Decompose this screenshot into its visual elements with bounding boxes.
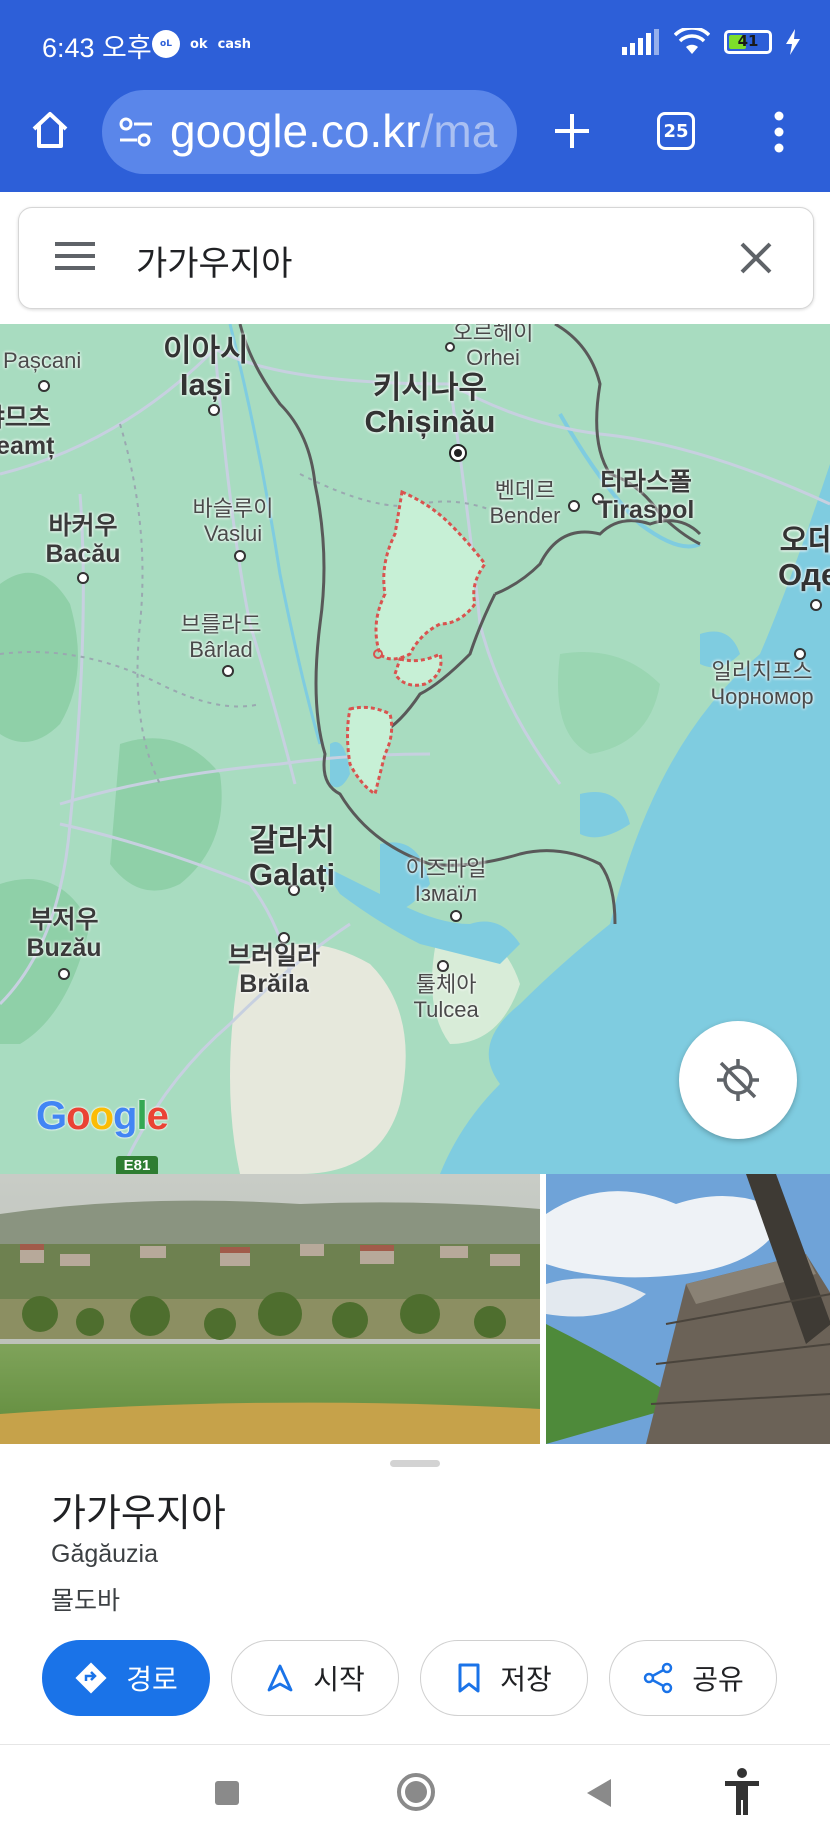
- navigation-arrow-icon: [267, 1664, 293, 1692]
- google-logo: Google: [36, 1094, 169, 1138]
- battery-icon: 41: [724, 30, 772, 54]
- my-location-button[interactable]: [679, 1021, 797, 1139]
- save-button[interactable]: 저장: [420, 1640, 588, 1716]
- directions-label: 경로: [126, 1663, 178, 1696]
- map-label-orhei: 오르헤이 Orhei: [452, 324, 534, 370]
- back-icon[interactable]: [585, 1777, 613, 1809]
- place-photos[interactable]: [0, 1174, 830, 1444]
- map-label-bender: 벤데르 Bender: [489, 478, 561, 528]
- ok-app-icon: ok: [190, 36, 208, 52]
- recents-icon[interactable]: [213, 1779, 241, 1807]
- system-navigation-bar: [0, 1744, 830, 1845]
- wifi-icon: [674, 28, 710, 54]
- place-title: 가가우지아: [51, 1491, 226, 1535]
- start-button[interactable]: 시작: [231, 1640, 399, 1716]
- photo-village-landscape[interactable]: [0, 1174, 540, 1444]
- home-icon[interactable]: [28, 108, 72, 152]
- bookmark-icon: [458, 1663, 480, 1693]
- place-country: 몰도바: [51, 1586, 121, 1615]
- save-label: 저장: [500, 1663, 552, 1696]
- map-label-neamt: 냐므츠Neamț: [0, 404, 55, 460]
- cash-app-icon: cash: [217, 36, 252, 52]
- search-query[interactable]: 가가우지아: [136, 236, 292, 285]
- map-label-braila: 브러일라 Brăila: [228, 942, 321, 998]
- map-label-odesa: 오데 Оде: [778, 523, 830, 592]
- close-icon[interactable]: [739, 241, 773, 275]
- map-label-pascani: Pașcani: [3, 348, 82, 373]
- map-label-barlad: 브를라드 Bârlad: [180, 612, 262, 662]
- address-bar[interactable]: google.co.kr/ma: [102, 90, 517, 174]
- start-label: 시작: [313, 1663, 365, 1696]
- status-time: 6:43 오후: [42, 33, 152, 63]
- map-label-vaslui: 바슬루이 Vaslui: [192, 496, 274, 546]
- status-system-icons: 41: [622, 28, 800, 56]
- map-view[interactable]: 오르헤이 Orhei 이아시 Iași 키시나우 Chișinău 벤데르 Bender…: [0, 324, 830, 1174]
- maps-search-box[interactable]: 가가우지아: [18, 207, 814, 309]
- browser-toolbar: google.co.kr/ma 25: [0, 90, 830, 192]
- share-label: 공유: [692, 1663, 744, 1696]
- url-path: /ma: [420, 105, 498, 157]
- url-domain: google.co.kr: [170, 105, 421, 157]
- accessibility-icon[interactable]: [722, 1767, 762, 1817]
- status-bar: 6:43 오후 oL ok cash 41: [0, 0, 830, 90]
- menu-icon[interactable]: [55, 240, 95, 272]
- share-button[interactable]: 공유: [609, 1640, 777, 1716]
- new-tab-icon[interactable]: [551, 110, 593, 152]
- url-text: google.co.kr/ma: [170, 104, 497, 158]
- status-notification-icons: oL ok cash: [152, 30, 251, 58]
- photo-windmill[interactable]: [546, 1174, 830, 1444]
- sheet-drag-handle[interactable]: [390, 1460, 440, 1467]
- map-label-galati: 갈라치 Galați: [249, 823, 336, 892]
- signal-icon: [622, 29, 659, 55]
- place-native-name: Găgăuzia: [51, 1540, 159, 1568]
- map-label-buzau: 부저우 Buzău: [26, 906, 102, 962]
- home-button-icon[interactable]: [395, 1771, 437, 1813]
- map-label-tulcea: 툴체아 Tulcea: [413, 972, 479, 1022]
- location-disabled-icon: [717, 1059, 759, 1101]
- map-label-chisinau: 키시나우 Chișinău: [364, 370, 496, 439]
- map-label-tiraspol: 티라스폴 Tiraspol: [597, 468, 695, 524]
- map-label-chornomorsk: 일리치프스 Чорномор: [710, 659, 814, 709]
- map-label-iasi: 이아시 Iași: [163, 333, 249, 402]
- directions-button[interactable]: 경로: [42, 1640, 210, 1716]
- map-label-izmail: 이즈마일 Ізмаїл: [405, 856, 487, 906]
- battery-percent: 41: [737, 32, 759, 50]
- place-details-sheet[interactable]: 가가우지아 Găgăuzia 몰도바 경로 시작 저장 공유: [0, 1444, 830, 1744]
- directions-icon: [75, 1662, 107, 1694]
- more-menu-icon[interactable]: [768, 110, 790, 154]
- lock-app-icon: oL: [152, 30, 180, 58]
- tab-switcher-button[interactable]: 25: [657, 112, 695, 150]
- road-shield-e81: E81: [123, 1157, 151, 1174]
- map-label-bacau: 바커우 Bacău: [45, 512, 121, 568]
- charging-icon: [786, 29, 800, 55]
- share-icon: [643, 1662, 673, 1694]
- site-settings-icon[interactable]: [118, 116, 154, 148]
